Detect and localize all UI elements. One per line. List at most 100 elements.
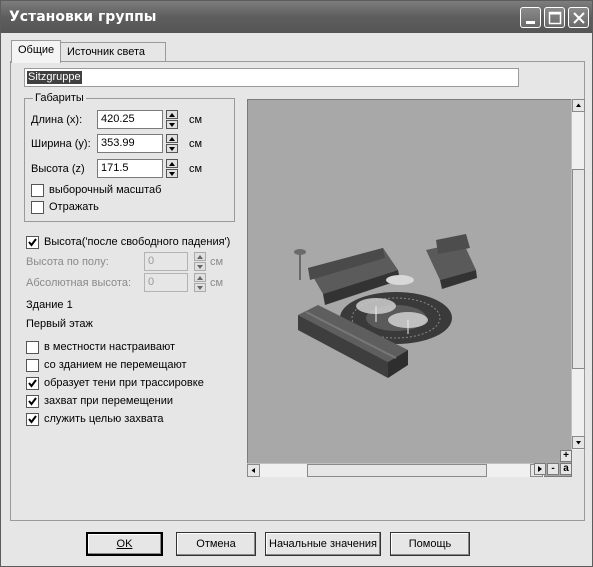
3d-preview-viewport[interactable] (247, 99, 572, 477)
option-checkbox-building[interactable] (26, 359, 39, 372)
length-unit: см (189, 114, 203, 126)
option-label-snap-move: захват при перемещении (44, 395, 174, 407)
reset-view-label: a (563, 463, 569, 474)
ok-label: OK (116, 538, 133, 550)
checkmark-icon (28, 379, 37, 388)
width-label: Ширина (y): (31, 138, 91, 150)
arrow-down-icon (576, 441, 581, 445)
spin-up-icon[interactable] (194, 273, 206, 282)
tab-light-source[interactable]: Источник света (60, 42, 166, 63)
spin-down-icon[interactable] (166, 144, 178, 153)
maximize-icon (548, 11, 562, 25)
absolute-height-label: Абсолютная высота: (26, 277, 132, 289)
option-label-snap-target: служить целью захвата (44, 413, 164, 425)
general-panel: Sitzgruppe Габариты Длина (x): 420.25 см… (10, 61, 585, 521)
minimize-button[interactable] (520, 7, 541, 28)
floor-height-label: Высота по полу: (26, 256, 109, 268)
vertical-scroll-thumb[interactable] (572, 169, 585, 369)
absolute-height-input[interactable]: 0 (144, 273, 188, 292)
height-unit: см (189, 163, 203, 175)
checkmark-icon (28, 238, 37, 247)
option-label-building: со зданием не перемещают (44, 359, 187, 371)
length-input[interactable]: 420.25 (97, 110, 163, 129)
width-value: 353.99 (101, 137, 135, 149)
spin-up-icon[interactable] (166, 159, 178, 168)
floor-height-value: 0 (148, 255, 155, 267)
defaults-label: Начальные значения (269, 538, 377, 550)
spin-down-icon[interactable] (194, 262, 206, 271)
width-spinner[interactable] (166, 134, 178, 153)
tab-general[interactable]: Общие (11, 40, 62, 63)
absolute-height-value: 0 (148, 276, 155, 288)
option-checkbox-snap-target[interactable] (26, 413, 39, 426)
mirror-checkbox[interactable] (31, 201, 44, 214)
spin-down-icon[interactable] (166, 169, 178, 178)
cancel-button[interactable]: Отмена (176, 532, 256, 556)
length-spinner[interactable] (166, 110, 178, 129)
scroll-up-button[interactable] (572, 99, 585, 112)
title-bar[interactable]: Установки группы (1, 1, 592, 33)
furniture-group-render (294, 234, 477, 378)
spin-up-icon[interactable] (166, 134, 178, 143)
floor-height-spinner[interactable] (194, 252, 206, 271)
horizontal-scroll-thumb[interactable] (307, 464, 487, 477)
option-checkbox-shadows[interactable] (26, 377, 39, 390)
selective-scale-checkbox[interactable] (31, 184, 44, 197)
mirror-label: Отражать (49, 201, 99, 213)
nav-right-button[interactable] (534, 463, 546, 475)
arrow-left-icon (251, 468, 255, 473)
zoom-in-button[interactable]: + (560, 450, 572, 462)
spin-up-icon[interactable] (166, 110, 178, 119)
scroll-left-button[interactable] (247, 464, 260, 477)
reset-view-button[interactable]: a (560, 463, 572, 475)
selective-scale-label: выборочный масштаб (49, 184, 162, 196)
cancel-label: Отмена (196, 538, 236, 550)
height-input[interactable]: 171.5 (97, 159, 163, 178)
maximize-button[interactable] (544, 7, 565, 28)
arrow-right-icon (538, 466, 542, 472)
window-title: Установки группы (9, 9, 157, 25)
floor-height-unit: см (210, 256, 224, 268)
width-unit: см (189, 138, 203, 150)
scroll-down-button[interactable] (572, 436, 585, 449)
option-checkbox-terrain[interactable] (26, 341, 39, 354)
elevation-label: Высота('после свободного падения') (44, 236, 231, 248)
zoom-out-button[interactable]: - (547, 463, 559, 475)
absolute-height-spinner[interactable] (194, 273, 206, 292)
help-button[interactable]: Помощь (390, 532, 470, 556)
height-label: Высота (z) (31, 163, 85, 175)
floor-height-input[interactable]: 0 (144, 252, 188, 271)
close-button[interactable] (568, 7, 589, 28)
group-name-input[interactable]: Sitzgruppe (24, 68, 519, 87)
elevation-checkbox[interactable] (26, 236, 39, 249)
group-name-value: Sitzgruppe (27, 71, 82, 84)
option-label-terrain: в местности настраивают (44, 341, 176, 353)
minimize-icon (526, 21, 535, 24)
arrow-up-icon (576, 103, 581, 107)
tab-general-label: Общие (18, 44, 55, 56)
preview-horizontal-scrollbar[interactable] (247, 463, 544, 477)
spin-down-icon[interactable] (166, 120, 178, 129)
group-settings-dialog: Установки группы Общие Источник света Si… (0, 0, 593, 567)
height-spinner[interactable] (166, 159, 178, 178)
spin-down-icon[interactable] (194, 283, 206, 292)
help-label: Помощь (408, 538, 452, 550)
checkmark-icon (28, 397, 37, 406)
checkmark-icon (28, 415, 37, 424)
zoom-in-label: + (563, 450, 569, 461)
tab-light-source-label: Источник света (67, 46, 146, 58)
length-value: 420.25 (101, 113, 135, 125)
absolute-height-unit: см (210, 277, 224, 289)
defaults-button[interactable]: Начальные значения (265, 532, 381, 556)
width-input[interactable]: 353.99 (97, 134, 163, 153)
option-label-shadows: образует тени при трассировке (44, 377, 204, 389)
length-label: Длина (x): (31, 114, 83, 126)
preview-vertical-scrollbar[interactable] (571, 99, 585, 450)
building-label: Здание 1 (26, 299, 73, 311)
spin-up-icon[interactable] (194, 252, 206, 261)
height-value: 171.5 (101, 162, 129, 174)
ok-button[interactable]: OK (86, 532, 163, 556)
dimensions-legend: Габариты (35, 92, 84, 104)
option-checkbox-snap-move[interactable] (26, 395, 39, 408)
zoom-out-label: - (551, 463, 555, 474)
